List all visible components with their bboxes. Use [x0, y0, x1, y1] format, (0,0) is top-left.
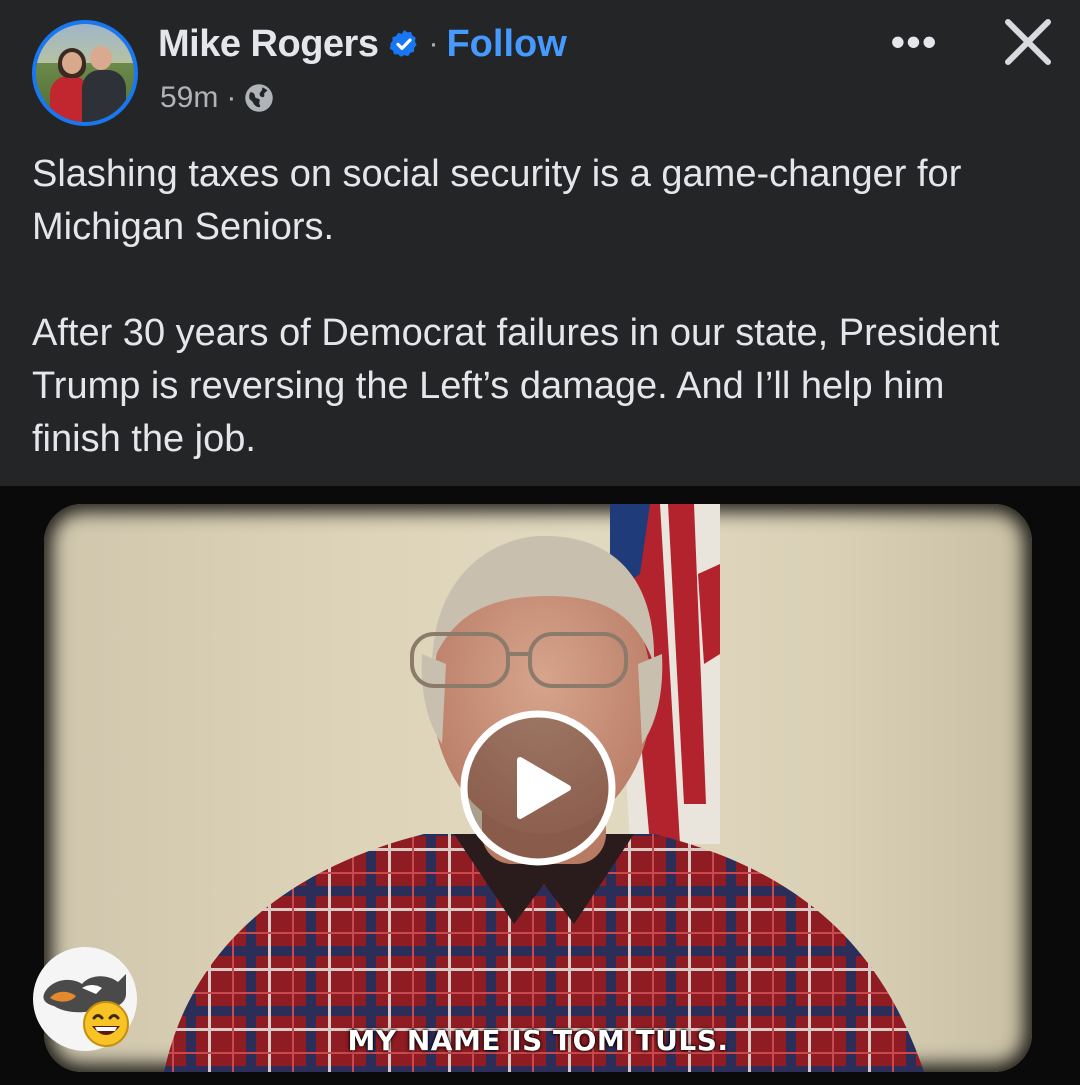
- author-name[interactable]: Mike Rogers: [158, 23, 379, 66]
- post-timestamp[interactable]: 59m: [160, 81, 218, 115]
- separator-dot: ·: [226, 81, 237, 114]
- avatar-person-2: [82, 70, 126, 122]
- post-text: Slashing taxes on social security is a g…: [32, 148, 1042, 466]
- post-card: Mike Rogers · Follow 59m · ••• Slashing …: [0, 0, 1080, 1085]
- avatar[interactable]: [32, 20, 138, 126]
- post-paragraph: Slashing taxes on social security is a g…: [32, 153, 962, 248]
- author-row: Mike Rogers · Follow: [158, 20, 567, 68]
- post-paragraph: After 30 years of Democrat failures in o…: [32, 312, 1000, 460]
- post-meta: 59m ·: [160, 78, 274, 118]
- avatar-person-2-face: [90, 46, 112, 70]
- verified-badge-icon: [390, 30, 418, 57]
- video-thumbnail[interactable]: MY NAME IS TOM TULS.: [44, 504, 1032, 1072]
- video-caption: MY NAME IS TOM TULS.: [347, 1024, 729, 1057]
- more-options-button[interactable]: •••: [884, 21, 944, 63]
- reaction-sticker-icon[interactable]: [30, 944, 140, 1054]
- close-icon[interactable]: [998, 12, 1058, 72]
- video-player[interactable]: MY NAME IS TOM TULS.: [0, 486, 1080, 1085]
- globe-icon: [245, 84, 274, 112]
- avatar-person-1-face: [62, 52, 82, 74]
- post-header: Mike Rogers · Follow 59m · •••: [0, 0, 1080, 140]
- separator-dot: ·: [428, 27, 439, 60]
- follow-button[interactable]: Follow: [446, 23, 566, 66]
- play-icon[interactable]: [460, 710, 616, 866]
